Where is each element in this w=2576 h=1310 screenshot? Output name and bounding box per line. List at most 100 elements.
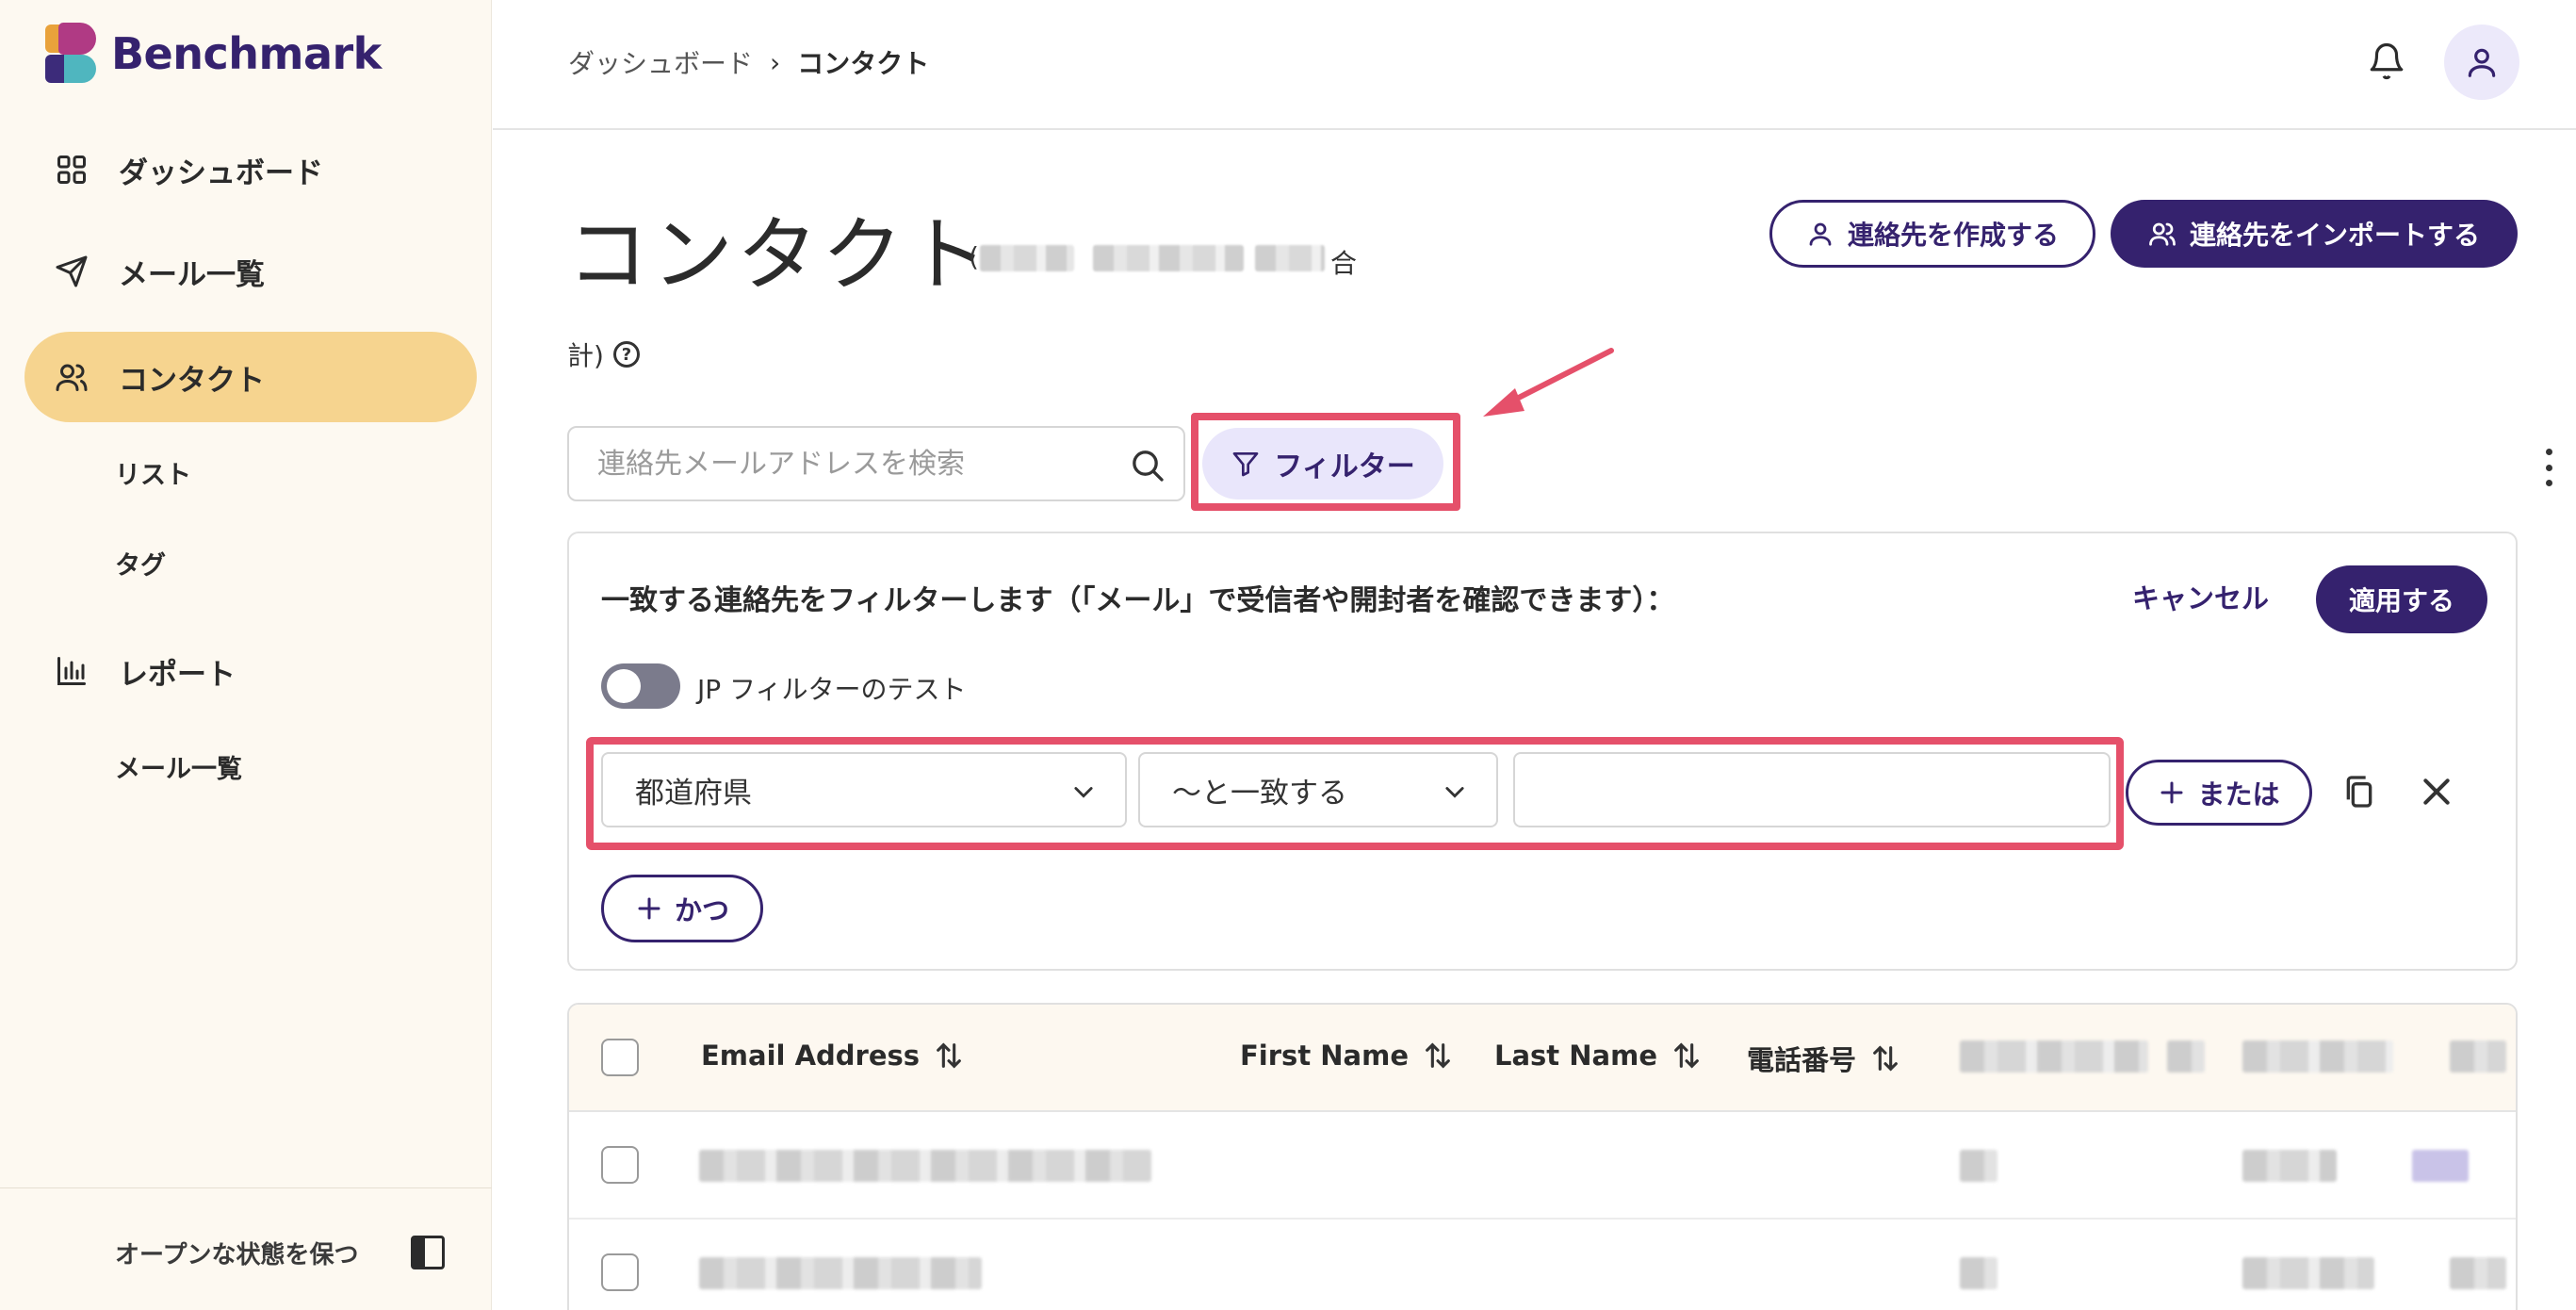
filter-value-input[interactable] <box>1513 752 2111 827</box>
import-contacts-button[interactable]: 連絡先をインポートする <box>2111 200 2518 268</box>
operator-select-value: 〜と一致する <box>1172 776 1347 811</box>
contact-count-open: ( <box>969 241 979 272</box>
brand-name: Benchmark <box>111 28 382 79</box>
sidebar-item-reports[interactable]: レポート <box>24 626 477 716</box>
send-icon <box>53 253 90 290</box>
chevron-down-icon <box>1445 787 1464 798</box>
or-label: または <box>2197 778 2280 811</box>
apply-button[interactable]: 適用する <box>2316 565 2487 633</box>
sort-icon <box>1873 1045 1898 1072</box>
select-all-checkbox[interactable] <box>601 1039 639 1076</box>
add-or-condition-button[interactable]: または <box>2126 760 2312 826</box>
page-title: コンタクト <box>567 208 991 303</box>
redacted-cell <box>2242 1150 2337 1182</box>
sort-icon <box>937 1042 961 1069</box>
redacted-count <box>1255 245 1325 271</box>
column-header-label: First Name <box>1240 1040 1409 1072</box>
breadcrumb: ダッシュボード › コンタクト <box>568 43 929 81</box>
redacted-cell <box>2450 1257 2506 1289</box>
redacted-column-header <box>2242 1040 2393 1073</box>
column-header-label: 電話番号 <box>1747 1044 1857 1076</box>
redacted-cell <box>2412 1150 2469 1182</box>
sort-icon <box>1674 1042 1699 1069</box>
column-header-first-name[interactable]: First Name <box>1240 1039 1454 1073</box>
create-contact-button[interactable]: 連絡先を作成する <box>1769 200 2095 268</box>
users-icon <box>2149 222 2176 246</box>
redacted-column-header <box>2167 1040 2205 1073</box>
bell-icon[interactable] <box>2363 38 2410 85</box>
sort-icon <box>1426 1042 1450 1069</box>
redacted-email <box>699 1150 1151 1182</box>
contact-search <box>567 426 1185 501</box>
add-and-condition-button[interactable]: かつ <box>601 875 763 942</box>
avatar[interactable] <box>2444 25 2519 100</box>
column-header-label: Email Address <box>701 1040 921 1072</box>
sidebar-item-label: コンタクト <box>119 363 265 398</box>
column-header-email[interactable]: Email Address <box>701 1039 965 1073</box>
redacted-email <box>699 1257 982 1289</box>
breadcrumb-dashboard[interactable]: ダッシュボード <box>568 43 753 81</box>
plus-icon <box>2160 781 2183 804</box>
jp-filter-toggle-label: JP フィルターのテスト <box>697 674 967 705</box>
sidebar-subitem-lists[interactable]: リスト <box>115 454 191 491</box>
grid-icon <box>53 151 90 188</box>
sidebar-item-contacts[interactable]: コンタクト <box>24 332 477 422</box>
redacted-cell <box>1960 1257 1997 1289</box>
brand-logo[interactable]: Benchmark <box>45 23 382 85</box>
plus-icon <box>638 897 660 920</box>
contacts-table: Email Address First Name Last Name 電話番号 <box>567 1003 2518 1310</box>
search-input[interactable] <box>597 428 1106 499</box>
copy-icon[interactable] <box>2340 773 2378 811</box>
import-contacts-label: 連絡先をインポートする <box>2189 220 2480 251</box>
table-row[interactable] <box>569 1112 2516 1220</box>
field-select[interactable]: 都道府県 <box>601 752 1127 827</box>
filter-panel: 一致する連絡先をフィルターします（「メール」で受信者や開封者を確認できます）： … <box>567 532 2518 971</box>
chevron-down-icon <box>1074 787 1093 798</box>
and-label: かつ <box>674 894 729 926</box>
cancel-button[interactable]: キャンセル <box>2132 577 2269 616</box>
sidebar-item-label: レポート <box>119 657 236 692</box>
keep-open-label: オープンな状態を保つ <box>115 1241 359 1269</box>
breadcrumb-current: コンタクト <box>797 48 930 79</box>
contact-count-total-label: 計) <box>567 340 604 371</box>
funnel-icon <box>1232 452 1259 477</box>
filter-panel-title: 一致する連絡先をフィルターします（「メール」で受信者や開封者を確認できます）： <box>601 584 1675 617</box>
bar-chart-icon <box>53 652 90 690</box>
sidebar-item-emails[interactable]: メール一覧 <box>24 226 477 317</box>
column-header-last-name[interactable]: Last Name <box>1494 1039 1703 1073</box>
sidebar-toggle-icon[interactable] <box>411 1236 445 1269</box>
user-icon <box>1809 222 1832 246</box>
redacted-cell <box>1960 1150 1997 1182</box>
operator-select[interactable]: 〜と一致する <box>1138 752 1498 827</box>
sidebar-item-label: メール一覧 <box>119 257 265 292</box>
filter-button[interactable]: フィルター <box>1202 428 1443 499</box>
pointer-arrow-icon <box>1483 348 1614 417</box>
jp-filter-toggle[interactable] <box>601 663 680 709</box>
sidebar: Benchmark ダッシュボード メール一覧 コンタクト リスト タグ レポー… <box>0 0 492 1310</box>
redacted-count <box>980 245 1074 271</box>
contact-count-end: 合 <box>1330 248 1358 279</box>
create-contact-label: 連絡先を作成する <box>1847 220 2059 251</box>
redacted-column-header <box>1960 1040 2148 1073</box>
redacted-cell <box>2242 1257 2374 1289</box>
search-icon <box>1133 450 1164 482</box>
redacted-count <box>1093 245 1244 271</box>
table-row[interactable] <box>569 1220 2516 1310</box>
close-icon[interactable] <box>2418 773 2455 811</box>
field-select-value: 都道府県 <box>635 776 752 811</box>
more-options-icon[interactable] <box>2535 449 2563 486</box>
help-icon[interactable]: ? <box>612 341 640 368</box>
logo-mark-icon <box>45 23 98 85</box>
row-checkbox[interactable] <box>601 1146 639 1184</box>
column-header-phone[interactable]: 電話番号 <box>1747 1039 1901 1078</box>
topbar: ダッシュボード › コンタクト <box>493 0 2576 130</box>
sidebar-item-label: ダッシュボード <box>119 156 323 190</box>
row-checkbox[interactable] <box>601 1253 639 1291</box>
sidebar-footer: オープンな状態を保つ <box>0 1187 492 1310</box>
sidebar-subitem-tags[interactable]: タグ <box>115 545 166 581</box>
sidebar-item-dashboard[interactable]: ダッシュボード <box>24 124 477 215</box>
contact-count-line2: 計) ? <box>567 336 640 373</box>
redacted-column-header <box>2450 1040 2506 1073</box>
sidebar-subitem-report-emails[interactable]: メール一覧 <box>115 748 242 785</box>
filter-button-label: フィルター <box>1274 450 1415 483</box>
